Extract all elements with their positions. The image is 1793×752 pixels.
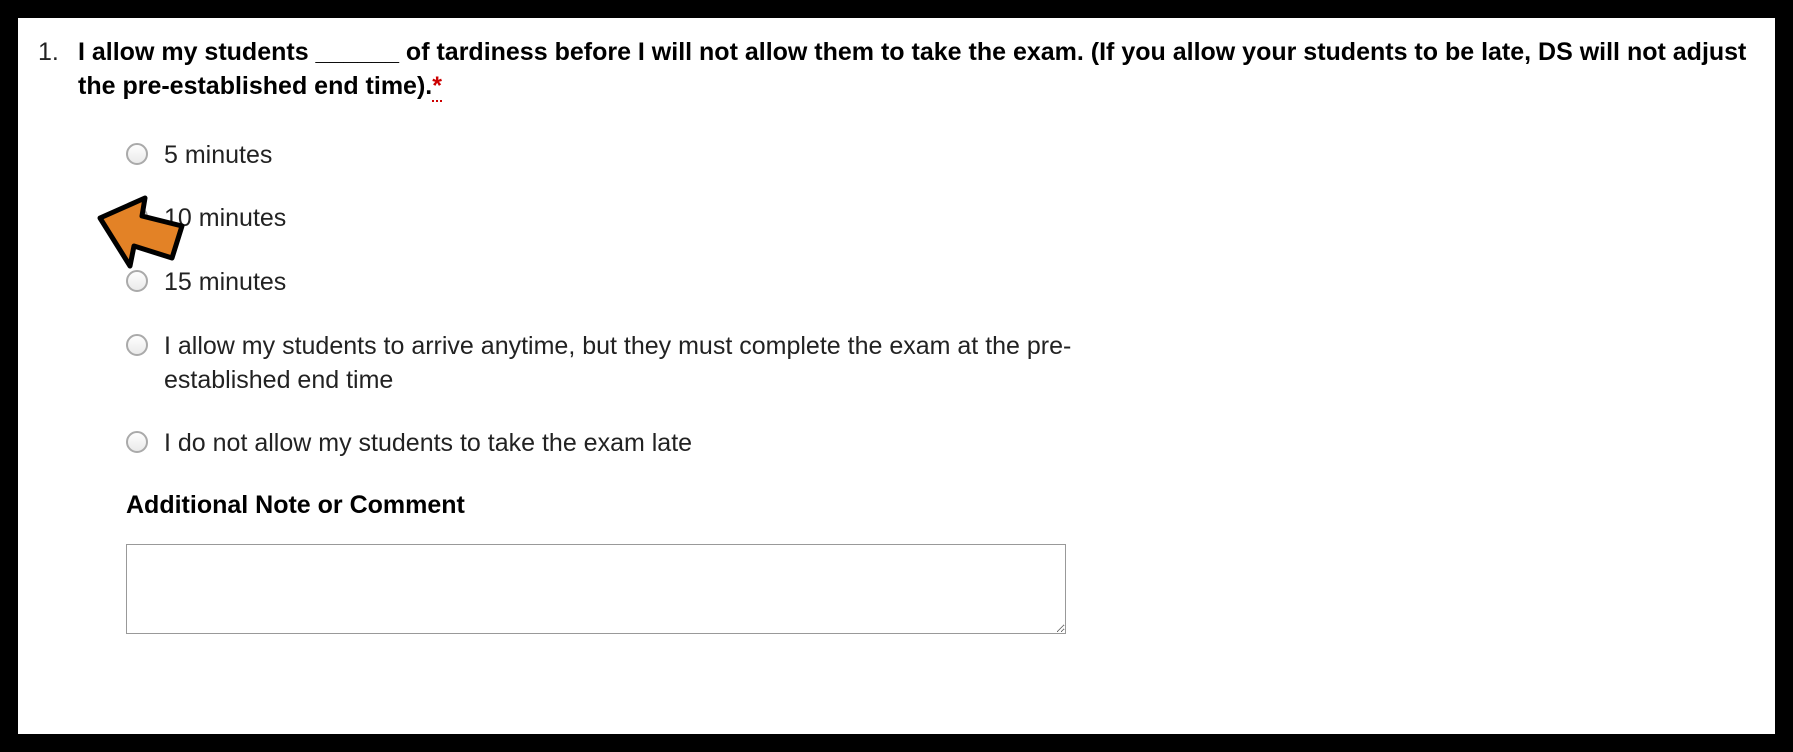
option-label: I do not allow my students to take the e… xyxy=(164,427,692,461)
option-label: 15 minutes xyxy=(164,266,286,300)
option-15-minutes[interactable]: 15 minutes xyxy=(126,266,1126,300)
option-5-minutes[interactable]: 5 minutes xyxy=(126,139,1126,173)
option-label: 5 minutes xyxy=(164,139,272,173)
question-row: 1. I allow my students ______ of tardine… xyxy=(38,36,1769,639)
options-group: 5 minutes 10 minutes 15 minutes I allow … xyxy=(126,139,1769,640)
option-not-allowed[interactable]: I do not allow my students to take the e… xyxy=(126,427,1126,461)
option-anytime[interactable]: I allow my students to arrive anytime, b… xyxy=(126,330,1126,398)
radio-icon[interactable] xyxy=(126,206,148,228)
radio-icon[interactable] xyxy=(126,143,148,165)
note-textarea[interactable] xyxy=(126,544,1066,634)
form-frame: 1. I allow my students ______ of tardine… xyxy=(0,0,1793,752)
radio-icon[interactable] xyxy=(126,270,148,292)
option-10-minutes[interactable]: 10 minutes xyxy=(126,202,1126,236)
question-text-content: I allow my students ______ of tardiness … xyxy=(78,38,1746,100)
option-label: I allow my students to arrive anytime, b… xyxy=(164,330,1126,398)
question-number: 1. xyxy=(38,36,60,70)
note-label: Additional Note or Comment xyxy=(126,491,1769,520)
required-marker: * xyxy=(432,72,442,102)
option-label: 10 minutes xyxy=(164,202,286,236)
radio-icon[interactable] xyxy=(126,334,148,356)
radio-icon[interactable] xyxy=(126,431,148,453)
question-body: I allow my students ______ of tardiness … xyxy=(78,36,1769,639)
question-text: I allow my students ______ of tardiness … xyxy=(78,36,1769,104)
